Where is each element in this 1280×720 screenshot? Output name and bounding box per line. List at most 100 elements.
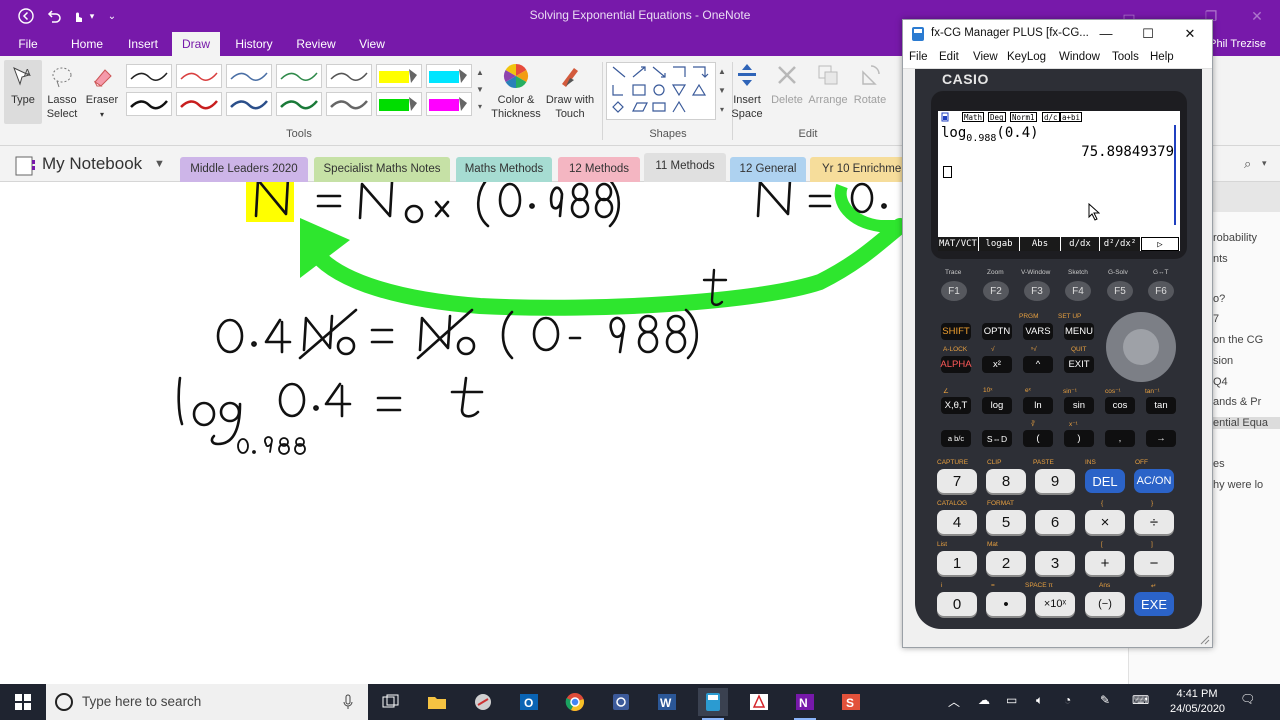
key-power[interactable]: ^ <box>1023 356 1053 373</box>
menu-keylog[interactable]: KeyLog <box>1007 51 1046 63</box>
key-9[interactable]: 9 <box>1035 469 1075 493</box>
pen-13[interactable] <box>376 92 422 116</box>
key-menu[interactable]: MENU <box>1064 323 1094 340</box>
section-tab-middle-leaders[interactable]: Middle Leaders 2020 <box>180 157 308 182</box>
key-5[interactable]: 5 <box>986 510 1026 534</box>
pen-4[interactable] <box>276 64 322 88</box>
menu-edit[interactable]: Edit <box>939 51 959 63</box>
resize-grip-icon[interactable] <box>1200 635 1210 645</box>
section-tab-12-methods[interactable]: 12 Methods <box>558 157 640 182</box>
fxcg-manager-taskbar-icon[interactable] <box>698 688 728 720</box>
keyboard-icon[interactable]: ⌨ <box>1132 693 1149 707</box>
key-times-ten-power[interactable]: ×10ˣ <box>1035 592 1075 616</box>
key-f3[interactable]: F3 <box>1024 281 1050 301</box>
snipping-tool-icon[interactable] <box>468 688 498 716</box>
onenote-taskbar-icon[interactable]: N <box>790 688 820 720</box>
menu-tools[interactable]: Tools <box>1112 51 1139 63</box>
insert-space-button[interactable]: Insert Space <box>726 62 768 121</box>
key-ln[interactable]: ln <box>1023 397 1053 414</box>
file-explorer-icon[interactable] <box>422 688 452 716</box>
wifi-icon[interactable]: ◔ <box>1064 693 1071 707</box>
key-log[interactable]: log <box>982 397 1012 414</box>
settings-app-icon[interactable] <box>606 688 636 716</box>
page-list-item[interactable]: robability <box>1213 232 1257 244</box>
key-del[interactable]: DEL <box>1085 469 1125 493</box>
menu-window[interactable]: Window <box>1059 51 1100 63</box>
tab-view[interactable]: View <box>350 32 394 56</box>
menu-help[interactable]: Help <box>1150 51 1174 63</box>
key-s-d[interactable]: S⇔D <box>982 430 1012 447</box>
key-f1[interactable]: F1 <box>941 281 967 301</box>
key-4[interactable]: 4 <box>937 510 977 534</box>
minimize-icon[interactable]: — <box>1085 20 1127 47</box>
key-6[interactable]: 6 <box>1035 510 1075 534</box>
section-tab-maths-methods[interactable]: Maths Methods <box>456 157 552 182</box>
page-list-item[interactable]: sion <box>1213 355 1233 367</box>
key-assign[interactable]: → <box>1146 430 1176 447</box>
page-list-item[interactable]: 7 <box>1213 313 1219 325</box>
page-list-item-selected[interactable]: ential Equa <box>1213 417 1280 429</box>
pen-3[interactable] <box>226 64 272 88</box>
key-open-paren[interactable]: ( <box>1023 430 1053 447</box>
menu-file[interactable]: File <box>909 51 928 63</box>
pen-10[interactable] <box>226 92 272 116</box>
onedrive-icon[interactable]: ☁ <box>978 693 990 707</box>
direction-pad[interactable] <box>1106 312 1176 382</box>
page-list-item[interactable]: hy were lo <box>1213 479 1263 491</box>
tab-insert[interactable]: Insert <box>120 32 166 56</box>
rotate-button[interactable]: Rotate <box>850 62 890 107</box>
key-1[interactable]: 1 <box>937 551 977 575</box>
pen-7[interactable] <box>426 64 472 88</box>
menu-view[interactable]: View <box>973 51 998 63</box>
notebook-name[interactable]: My Notebook <box>42 154 142 174</box>
draw-with-touch-button[interactable]: Draw with Touch <box>542 62 598 121</box>
pen-9[interactable] <box>176 92 222 116</box>
notifications-icon[interactable]: 🗨︎ <box>1240 692 1255 706</box>
pen-workspace-icon[interactable]: ✎ <box>1100 693 1110 707</box>
tab-file[interactable]: File <box>8 32 48 56</box>
section-tab-specialist[interactable]: Specialist Maths Notes <box>314 157 450 182</box>
outlook-icon[interactable]: O <box>514 688 544 716</box>
close-icon[interactable]: ✕ <box>1234 0 1280 32</box>
key-vars[interactable]: VARS <box>1023 323 1053 340</box>
key-optn[interactable]: OPTN <box>982 323 1012 340</box>
screencast-icon[interactable]: S <box>836 688 866 716</box>
section-tab-yr10[interactable]: Yr 10 Enrichmen <box>810 157 910 182</box>
key-divide[interactable]: ÷ <box>1134 510 1174 534</box>
close-icon[interactable]: ✕ <box>1169 20 1211 47</box>
key-2[interactable]: 2 <box>986 551 1026 575</box>
key-multiply[interactable]: × <box>1085 510 1125 534</box>
key-sin[interactable]: sin <box>1064 397 1094 414</box>
key-exe[interactable]: EXE <box>1134 592 1174 616</box>
eraser-button[interactable]: Eraser ▾ <box>84 64 120 122</box>
key-plus[interactable]: + <box>1085 551 1125 575</box>
tab-draw[interactable]: Draw <box>172 32 220 56</box>
page-list-item[interactable]: o? <box>1213 293 1225 305</box>
pen-2[interactable] <box>176 64 222 88</box>
key-8[interactable]: 8 <box>986 469 1026 493</box>
key-tan[interactable]: tan <box>1146 397 1176 414</box>
delete-button[interactable]: Delete <box>768 62 806 107</box>
key-0[interactable]: 0 <box>937 592 977 616</box>
page-list-item[interactable]: nts <box>1213 253 1228 265</box>
key-square[interactable]: x² <box>982 356 1012 373</box>
tab-history[interactable]: History <box>228 32 280 56</box>
key-f4[interactable]: F4 <box>1065 281 1091 301</box>
color-thickness-button[interactable]: Color & Thickness <box>490 62 542 121</box>
pen-12[interactable] <box>326 92 372 116</box>
key-exit[interactable]: EXIT <box>1064 356 1094 373</box>
search-icon[interactable]: ⌕ <box>1244 156 1251 172</box>
key-x-theta-t[interactable]: X,θ,T <box>941 397 971 414</box>
acrobat-icon[interactable] <box>744 688 774 716</box>
key-close-paren[interactable]: ) <box>1064 430 1094 447</box>
key-f5[interactable]: F5 <box>1107 281 1133 301</box>
key-alpha[interactable]: ALPHA <box>940 356 972 373</box>
page-list-item[interactable]: ands & Pr <box>1213 396 1261 408</box>
tab-home[interactable]: Home <box>62 32 112 56</box>
key-ac-on[interactable]: AC/ON <box>1134 469 1174 493</box>
section-tab-12-general[interactable]: 12 General <box>730 157 806 182</box>
key-fraction[interactable]: a b/c <box>941 430 971 447</box>
microphone-icon[interactable] <box>342 694 354 710</box>
pen-14[interactable] <box>426 92 472 116</box>
word-icon[interactable]: W <box>652 688 682 716</box>
